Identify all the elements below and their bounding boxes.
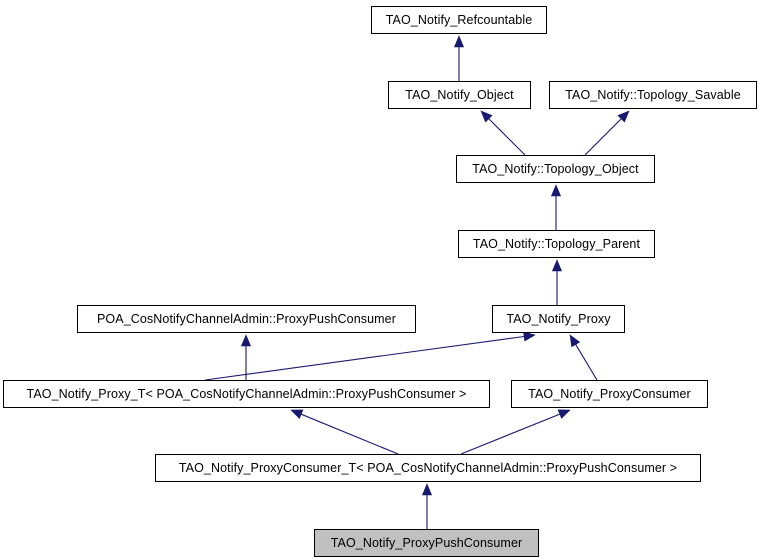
edge-line [584,118,622,156]
class-node-label: TAO_Notify_Refcountable [385,12,533,27]
inheritance-arrowhead [421,483,433,496]
class-node-topology_savable[interactable]: TAO_Notify::Topology_Savable [549,81,757,109]
inheritance-edge [290,409,399,455]
inheritance-edge [460,409,571,455]
inheritance-arrowhead [290,409,304,419]
class-node-label: TAO_Notify_Proxy_T< POA_CosNotifyChannel… [26,386,467,401]
class-node-proxy_t[interactable]: TAO_Notify_Proxy_T< POA_CosNotifyChannel… [3,380,490,408]
inheritance-edge [584,110,630,156]
class-node-label: TAO_Notify::Topology_Object [472,161,639,176]
inheritance-edge [240,334,252,380]
class-node-label: TAO_Notify_ProxyConsumer_T< POA_CosNotif… [178,460,678,475]
edge-line [460,413,561,455]
class-node-proxyconsumer_t[interactable]: TAO_Notify_ProxyConsumer_T< POA_CosNotif… [155,454,701,482]
inheritance-arrowhead [550,184,562,197]
inheritance-edge [550,184,562,230]
class-node-proxy[interactable]: TAO_Notify_Proxy [492,305,625,333]
edge-line [488,118,526,156]
class-node-proxypushconsumer[interactable]: TAO_Notify_ProxyPushConsumer [314,529,539,557]
inheritance-arrowhead [453,35,465,48]
class-node-proxyconsumer[interactable]: TAO_Notify_ProxyConsumer [511,380,708,408]
edge-line [300,413,399,455]
class-node-object[interactable]: TAO_Notify_Object [388,81,531,109]
class-node-label: TAO_Notify_ProxyPushConsumer [330,535,523,550]
class-node-label: TAO_Notify_Object [405,87,514,102]
inheritance-arrowhead [523,331,536,342]
inheritance-arrowhead [240,334,252,347]
class-node-refcountable[interactable]: TAO_Notify_Refcountable [371,6,547,34]
class-node-topology_parent[interactable]: TAO_Notify::Topology_Parent [458,230,655,258]
class-node-topology_object[interactable]: TAO_Notify::Topology_Object [456,155,655,183]
edge-line [204,335,525,381]
inheritance-edge [551,259,563,305]
inheritance-diagram: TAO_Notify_Refcountable TAO_Notify_Object… [0,0,761,560]
class-node-label: TAO_Notify::Topology_Savable [565,87,741,102]
class-node-label: TAO_Notify_ProxyConsumer [528,386,691,401]
inheritance-arrowhead [551,259,563,272]
inheritance-arrowhead [617,110,630,123]
inheritance-edge [453,35,465,81]
edge-line [575,344,598,381]
inheritance-arrowhead [557,409,571,419]
inheritance-edge [204,331,536,381]
inheritance-edge [480,110,526,156]
class-node-label: TAO_Notify_Proxy [506,311,611,326]
class-node-poa_proxypushconsumer[interactable]: POA_CosNotifyChannelAdmin::ProxyPushCons… [77,305,416,333]
inheritance-edge [421,483,433,529]
class-node-label: POA_CosNotifyChannelAdmin::ProxyPushCons… [97,311,396,326]
class-node-label: TAO_Notify::Topology_Parent [472,236,641,251]
inheritance-arrowhead [480,110,493,123]
inheritance-edge [569,334,598,381]
inheritance-arrowhead [569,334,581,348]
